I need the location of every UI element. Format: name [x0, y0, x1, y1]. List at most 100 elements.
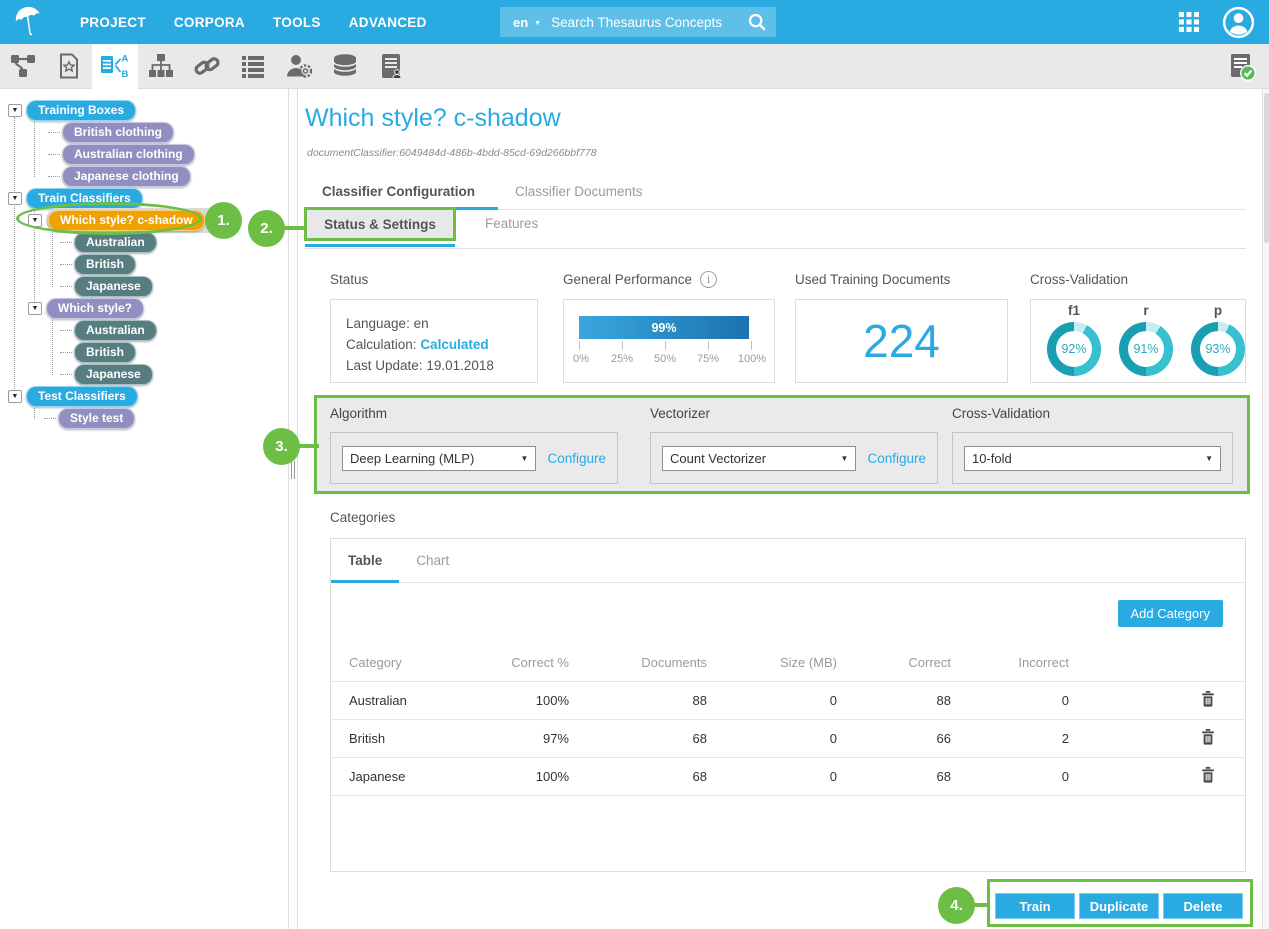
- info-icon[interactable]: i: [700, 271, 717, 288]
- tree-node-which-style: ▼ Which style?: [28, 297, 288, 319]
- tree-pill[interactable]: Australian: [74, 232, 157, 253]
- cell-correct: 88: [837, 681, 951, 719]
- document-star-icon[interactable]: [46, 44, 92, 89]
- tree-pill[interactable]: Test Classifiers: [26, 386, 138, 407]
- table-row: Japanese 100% 68 0 68 0: [331, 757, 1245, 795]
- collapse-arrow-icon[interactable]: ▼: [8, 104, 22, 117]
- tree-pill[interactable]: Training Boxes: [26, 100, 136, 121]
- scrollbar-thumb[interactable]: [1264, 93, 1269, 243]
- add-category-button[interactable]: Add Category: [1118, 600, 1224, 627]
- active-subtab-underline: [305, 244, 455, 247]
- tab-classifier-configuration[interactable]: Classifier Configuration: [305, 173, 498, 210]
- server-user-icon[interactable]: [368, 44, 414, 89]
- tree-node-test-classifiers: ▼ Test Classifiers: [8, 385, 288, 407]
- chevron-down-icon: ▼: [521, 454, 529, 463]
- delete-category-button[interactable]: [1199, 727, 1217, 750]
- document-classifier-icon[interactable]: A B: [92, 44, 138, 89]
- menu-project[interactable]: PROJECT: [80, 15, 146, 30]
- delete-category-button[interactable]: [1199, 765, 1217, 788]
- tree-node-japanese-clothing: Japanese clothing: [48, 165, 288, 187]
- donut-ring: 91%: [1119, 322, 1173, 376]
- svg-text:A: A: [122, 54, 129, 65]
- main-menu: PROJECT CORPORA TOOLS ADVANCED: [80, 15, 427, 30]
- calculation-value: Calculated: [420, 337, 488, 352]
- main-content: Which style? c-shadow documentClassifier…: [298, 89, 1269, 929]
- delete-category-button[interactable]: [1199, 689, 1217, 712]
- menu-advanced[interactable]: ADVANCED: [349, 15, 427, 30]
- algorithm-settings-section: Algorithm Deep Learning (MLP)▼ Configure…: [317, 398, 1247, 491]
- cell-category: British: [331, 719, 501, 757]
- menu-tools[interactable]: TOOLS: [273, 15, 321, 30]
- duplicate-button[interactable]: Duplicate: [1079, 893, 1159, 919]
- performance-box: 99% 0% 25% 50% 75% 100%: [563, 299, 775, 383]
- search-input[interactable]: [551, 15, 747, 30]
- collapse-arrow-icon[interactable]: ▼: [8, 192, 22, 205]
- tree-pill[interactable]: British: [74, 342, 136, 363]
- tab-chart[interactable]: Chart: [399, 539, 466, 582]
- status-calculation: Calculation: Calculated: [346, 334, 537, 355]
- donut-value: 93%: [1200, 331, 1236, 367]
- user-avatar-icon[interactable]: [1222, 6, 1255, 39]
- axis-tick: [622, 341, 623, 350]
- tree-pill[interactable]: Train Classifiers: [26, 188, 143, 209]
- cell-incorrect: 2: [951, 719, 1069, 757]
- collapse-arrow-icon[interactable]: ▼: [8, 390, 22, 403]
- tree-guide: [14, 117, 15, 397]
- tree-pill[interactable]: Australian: [74, 320, 157, 341]
- tree-pill-selected[interactable]: Which style? c-shadow: [48, 210, 205, 231]
- tree-pill[interactable]: Style test: [58, 408, 135, 429]
- search-language-dropdown[interactable]: en: [509, 15, 532, 30]
- status-section-boxes: Language: en Calculation: Calculated Las…: [330, 299, 1246, 383]
- search-icon[interactable]: [747, 12, 767, 32]
- pane-splitter[interactable]: [288, 89, 298, 929]
- tree-pill[interactable]: Japanese clothing: [62, 166, 191, 187]
- vectorizer-label: Vectorizer: [650, 406, 710, 421]
- list-icon[interactable]: [230, 44, 276, 89]
- vectorizer-configure-link[interactable]: Configure: [867, 451, 926, 466]
- tree-pill[interactable]: Japanese: [74, 276, 153, 297]
- col-documents: Documents: [569, 645, 707, 681]
- link-icon[interactable]: [184, 44, 230, 89]
- apps-grid-icon[interactable]: [1178, 11, 1200, 33]
- database-icon[interactable]: [322, 44, 368, 89]
- collapse-arrow-icon[interactable]: ▼: [28, 214, 42, 227]
- donut-label: r: [1110, 303, 1182, 318]
- delete-button[interactable]: Delete: [1163, 893, 1243, 919]
- tab-classifier-documents[interactable]: Classifier Documents: [498, 173, 657, 209]
- algorithm-select[interactable]: Deep Learning (MLP)▼: [342, 446, 536, 471]
- subtab-features[interactable]: Features: [485, 216, 538, 231]
- tree-node-style-test: Style test: [44, 407, 288, 429]
- subtab-status-settings[interactable]: Status & Settings: [307, 209, 453, 240]
- cross-validation-select[interactable]: 10-fold▼: [964, 446, 1221, 471]
- tree-stub: [48, 132, 60, 133]
- train-button[interactable]: Train: [995, 893, 1075, 919]
- axis-tick-label: 25%: [604, 353, 640, 365]
- tree-pill[interactable]: Australian clothing: [62, 144, 195, 165]
- user-roles-icon[interactable]: [276, 44, 322, 89]
- cell-correct-pct: 100%: [501, 757, 569, 795]
- axis-tick: [708, 341, 709, 350]
- tab-table[interactable]: Table: [331, 539, 399, 583]
- tree-stub: [60, 352, 72, 353]
- sitemap-icon[interactable]: [138, 44, 184, 89]
- collapse-arrow-icon[interactable]: ▼: [28, 302, 42, 315]
- tree-pill[interactable]: British clothing: [62, 122, 174, 143]
- categories-table: Category Correct % Documents Size (MB) C…: [331, 645, 1245, 796]
- poolparty-logo[interactable]: [0, 4, 58, 40]
- curve-connector-icon[interactable]: [0, 44, 46, 89]
- performance-bar-fill: 99%: [579, 316, 749, 339]
- main-scrollbar[interactable]: [1262, 89, 1269, 929]
- tree-stub: [44, 418, 56, 419]
- topbar-right-icons: [1178, 0, 1255, 44]
- menu-corpora[interactable]: CORPORA: [174, 15, 245, 30]
- tree-pill[interactable]: Which style?: [46, 298, 144, 319]
- algorithm-configure-link[interactable]: Configure: [547, 451, 606, 466]
- cross-validation-box: f1 92% r 91% p 93%: [1030, 299, 1246, 383]
- tree-pill[interactable]: Japanese: [74, 364, 153, 385]
- vectorizer-select[interactable]: Count Vectorizer▼: [662, 446, 856, 471]
- task-check-icon[interactable]: [1219, 44, 1265, 89]
- donut-value: 91%: [1128, 331, 1164, 367]
- selected-node-highlight: Which style? c-shadow: [46, 208, 221, 233]
- tree-pill[interactable]: British: [74, 254, 136, 275]
- trash-icon: [1201, 729, 1215, 745]
